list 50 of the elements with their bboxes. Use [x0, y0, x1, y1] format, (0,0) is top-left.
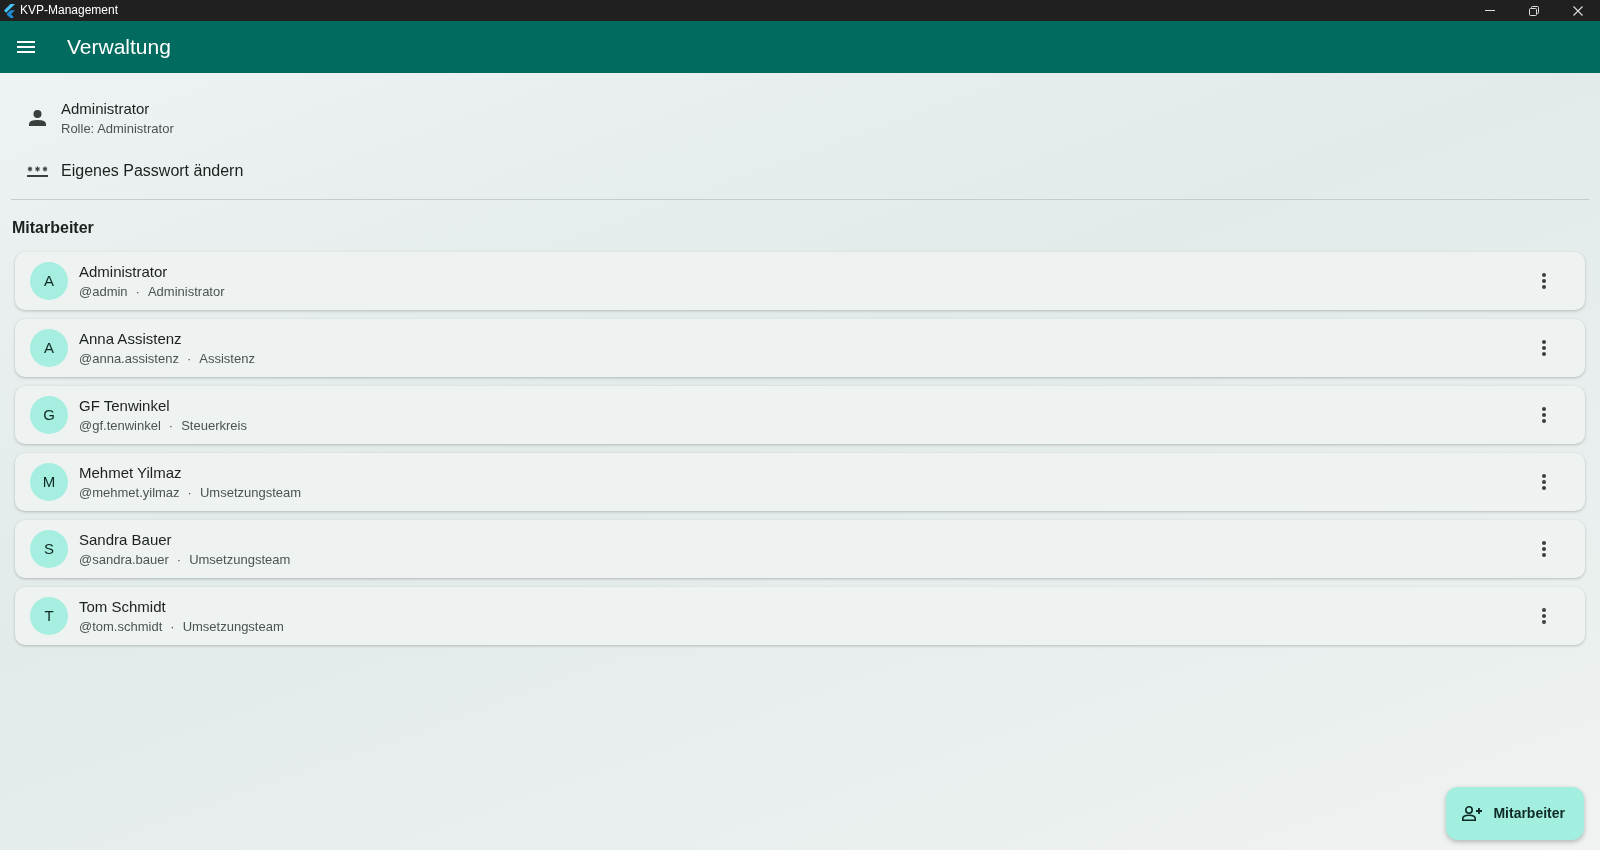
- person-icon: [29, 110, 46, 126]
- separator: ·: [176, 550, 182, 569]
- user-name: Administrator: [61, 99, 151, 119]
- employee-name: Administrator: [79, 261, 169, 282]
- close-icon[interactable]: [1573, 5, 1583, 16]
- more-options-icon[interactable]: [1542, 273, 1546, 289]
- more-options-icon[interactable]: [1542, 541, 1546, 557]
- separator: ·: [187, 483, 192, 502]
- more-options-icon[interactable]: [1542, 407, 1546, 423]
- avatar: G: [30, 396, 68, 434]
- add-employee-button[interactable]: Mitarbeiter: [1446, 787, 1584, 840]
- employee-username: @tom.schmidt: [79, 617, 163, 636]
- avatar: S: [30, 530, 68, 568]
- employee-name: GF Tenwinkel: [79, 395, 171, 416]
- section-heading: Mitarbeiter: [12, 218, 95, 238]
- employee-name: Anna Assistenz: [79, 328, 183, 349]
- menu-icon[interactable]: [17, 41, 35, 53]
- separator: ·: [168, 416, 174, 435]
- more-options-icon[interactable]: [1542, 340, 1546, 356]
- more-options-icon[interactable]: [1542, 608, 1546, 624]
- more-options-icon[interactable]: [1542, 474, 1546, 490]
- employee-username: @gf.tenwinkel: [79, 416, 161, 435]
- app-logo-icon: [3, 3, 15, 18]
- window-title: KVP-Management: [20, 2, 119, 19]
- employee-username: @anna.assistenz: [79, 349, 179, 368]
- user-role: Rolle: Administrator: [61, 120, 174, 137]
- separator: ·: [135, 282, 140, 301]
- avatar: A: [30, 262, 68, 300]
- employee-username: @admin: [79, 282, 128, 301]
- employee-role: Administrator: [147, 282, 225, 301]
- employee-username: @mehmet.yilmaz: [79, 483, 180, 502]
- employee-username: @sandra.bauer: [79, 550, 169, 569]
- employee-name: Sandra Bauer: [79, 529, 173, 550]
- employee-role: Umsetzungsteam: [189, 550, 291, 569]
- employee-name: Mehmet Yilmaz: [79, 462, 183, 483]
- change-password-item[interactable]: Eigenes Passwort ändern: [11, 137, 1589, 194]
- page-title: Verwaltung: [67, 34, 171, 60]
- employee-role: Umsetzungsteam: [182, 617, 284, 636]
- employee-name: Tom Schmidt: [79, 596, 167, 617]
- avatar: A: [30, 329, 68, 367]
- person-add-icon: [1462, 806, 1484, 821]
- employee-role: Umsetzungsteam: [199, 483, 302, 502]
- avatar: M: [30, 463, 68, 501]
- separator: ·: [186, 349, 192, 368]
- avatar: T: [30, 597, 68, 635]
- separator: ·: [170, 617, 175, 636]
- restore-icon[interactable]: [1529, 5, 1539, 16]
- employee-role: Steuerkreis: [181, 416, 247, 435]
- password-icon: [27, 165, 48, 177]
- employee-role: Assistenz: [199, 349, 255, 368]
